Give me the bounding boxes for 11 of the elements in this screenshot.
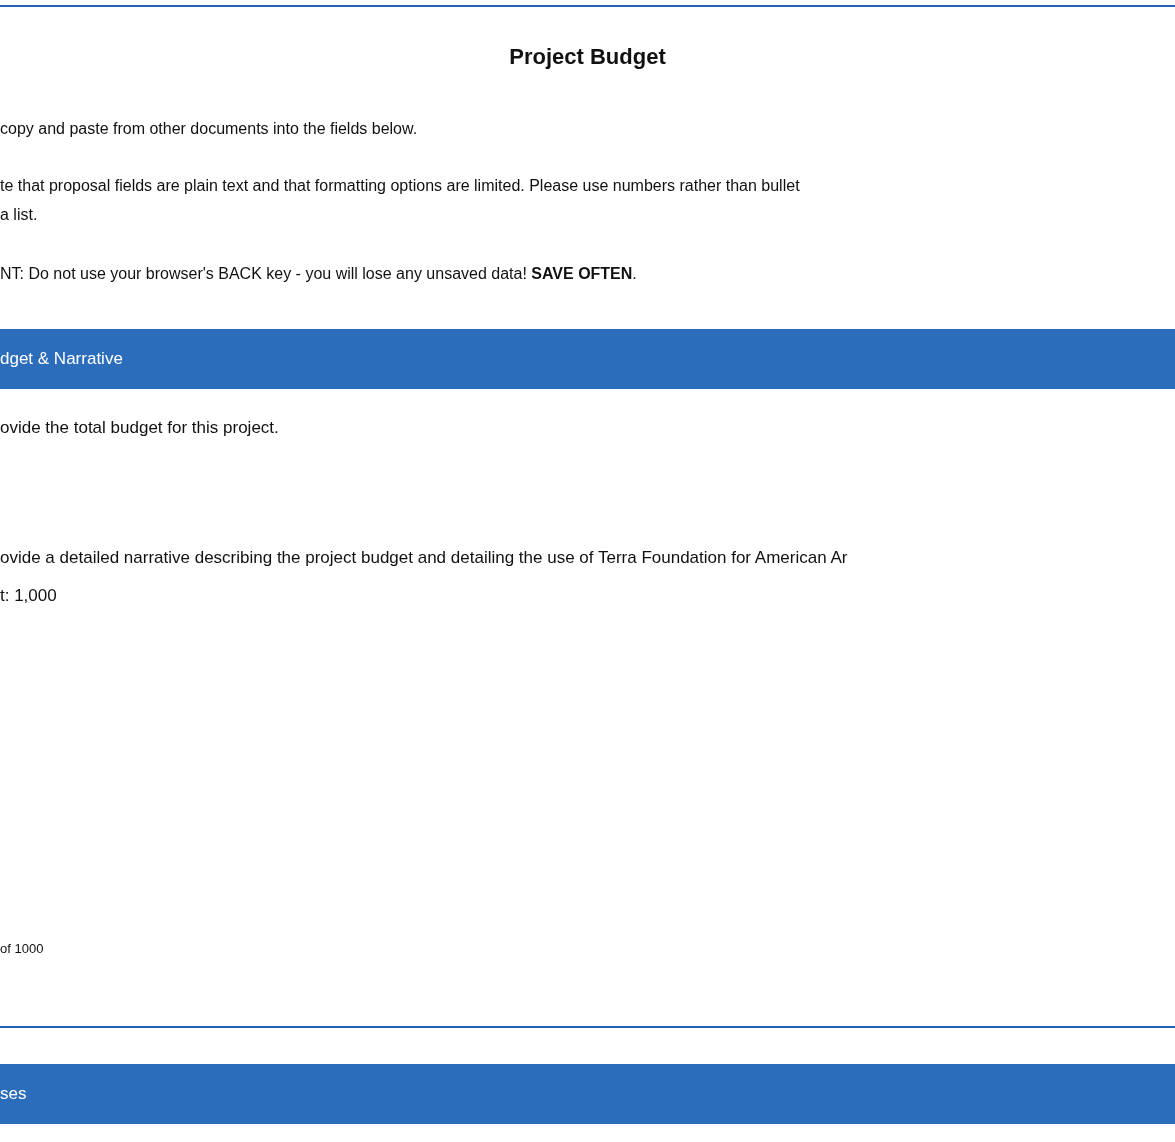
instruction-text: a list. <box>0 205 38 225</box>
instruction-text: te that proposal fields are plain text and that formatting options are limited. Please use numbers rather than bullet <box>0 176 800 196</box>
section-title: dget & Narrative <box>0 349 123 369</box>
question-prompt: ovide a detailed narrative describing the project budget and detailing the use of Terra Foundation for American Ar <box>0 547 848 569</box>
character-limit: t: 1,000 <box>0 585 57 607</box>
instruction-text: NT: Do not use your browser's BACK key - you will lose any unsaved data! SAVE OFTEN. <box>0 264 637 284</box>
instruction-text: copy and paste from other documents into the fields below. <box>0 119 418 139</box>
question-prompt: ovide the total budget for this project. <box>0 417 279 439</box>
character-counter: of 1000 <box>0 941 44 957</box>
page-title: Project Budget <box>508 44 667 70</box>
section-title: ses <box>0 1084 27 1104</box>
